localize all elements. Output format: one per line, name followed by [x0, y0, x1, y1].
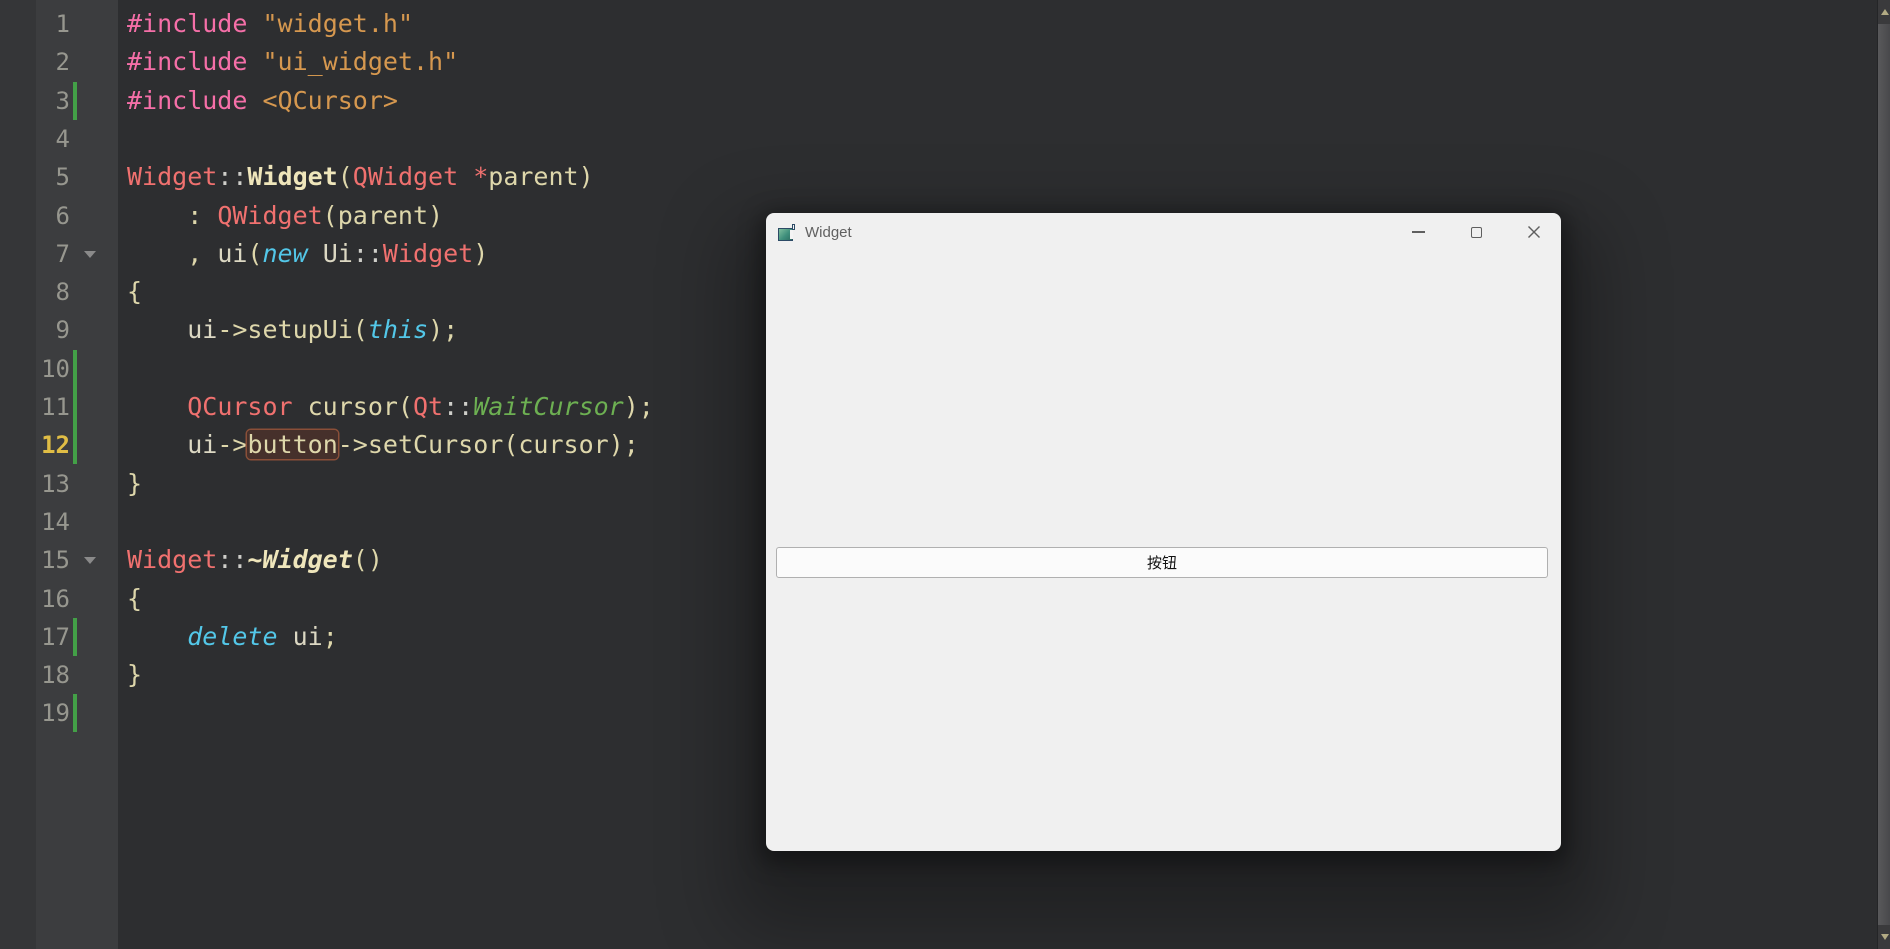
line-number: 1	[0, 5, 70, 43]
line-number: 16	[0, 580, 70, 618]
code-line[interactable]: QCursor cursor(Qt::WaitCursor);	[127, 388, 654, 426]
line-number: 17	[0, 618, 70, 656]
code-line[interactable]: {	[127, 580, 142, 618]
window-controls	[1408, 222, 1544, 242]
line-number: 9	[0, 311, 70, 349]
scrollbar-up-button[interactable]	[1878, 0, 1890, 24]
window-title: Widget	[805, 224, 852, 241]
line-number: 14	[0, 503, 70, 541]
gutter: 12345678910111213141516171819	[0, 0, 118, 949]
code-line[interactable]: }	[127, 656, 142, 694]
change-bar	[73, 694, 77, 732]
code-line[interactable]: : QWidget(parent)	[127, 197, 443, 235]
code-line[interactable]: , ui(new Ui::Widget)	[127, 235, 488, 273]
change-bar	[73, 426, 77, 464]
line-number: 8	[0, 273, 70, 311]
line-number: 4	[0, 120, 70, 158]
code-line[interactable]: #include "widget.h"	[127, 5, 413, 43]
line-number: 7	[0, 235, 70, 273]
minimize-icon	[1412, 231, 1425, 233]
line-number: 6	[0, 197, 70, 235]
code-line[interactable]: ui->setupUi(this);	[127, 311, 458, 349]
line-number: 11	[0, 388, 70, 426]
code-line[interactable]: Widget::~Widget()	[127, 541, 383, 579]
line-number: 15	[0, 541, 70, 579]
line-number: 19	[0, 694, 70, 732]
maximize-button[interactable]	[1466, 222, 1486, 242]
code-line[interactable]: ui->button->setCursor(cursor);	[127, 426, 639, 464]
triangle-down-icon	[1881, 934, 1889, 940]
change-bar	[73, 82, 77, 120]
qt-app-icon	[778, 224, 795, 241]
line-number: 18	[0, 656, 70, 694]
qt-widget-window: Widget 按钮	[766, 213, 1561, 851]
fold-arrow-icon[interactable]	[84, 251, 96, 258]
change-bar	[73, 618, 77, 656]
code-line[interactable]: delete ui;	[127, 618, 338, 656]
push-button[interactable]: 按钮	[776, 547, 1548, 578]
close-icon	[1527, 225, 1541, 239]
line-number: 10	[0, 350, 70, 388]
line-number: 5	[0, 158, 70, 196]
close-button[interactable]	[1524, 222, 1544, 242]
change-bar	[73, 350, 77, 388]
line-number: 12	[0, 426, 70, 464]
code-line[interactable]: Widget::Widget(QWidget *parent)	[127, 158, 594, 196]
scrollbar-down-button[interactable]	[1878, 925, 1890, 949]
change-bar	[73, 388, 77, 426]
code-line[interactable]: #include <QCursor>	[127, 82, 398, 120]
minimize-button[interactable]	[1408, 222, 1428, 242]
line-number: 2	[0, 43, 70, 81]
line-number: 13	[0, 465, 70, 503]
editor-scrollbar[interactable]	[1877, 0, 1890, 949]
scrollbar-thumb[interactable]	[1878, 24, 1890, 925]
maximize-icon	[1471, 227, 1482, 238]
triangle-up-icon	[1881, 9, 1889, 15]
code-line[interactable]: #include "ui_widget.h"	[127, 43, 458, 81]
line-number: 3	[0, 82, 70, 120]
code-line[interactable]: {	[127, 273, 142, 311]
code-line[interactable]: }	[127, 465, 142, 503]
fold-arrow-icon[interactable]	[84, 557, 96, 564]
